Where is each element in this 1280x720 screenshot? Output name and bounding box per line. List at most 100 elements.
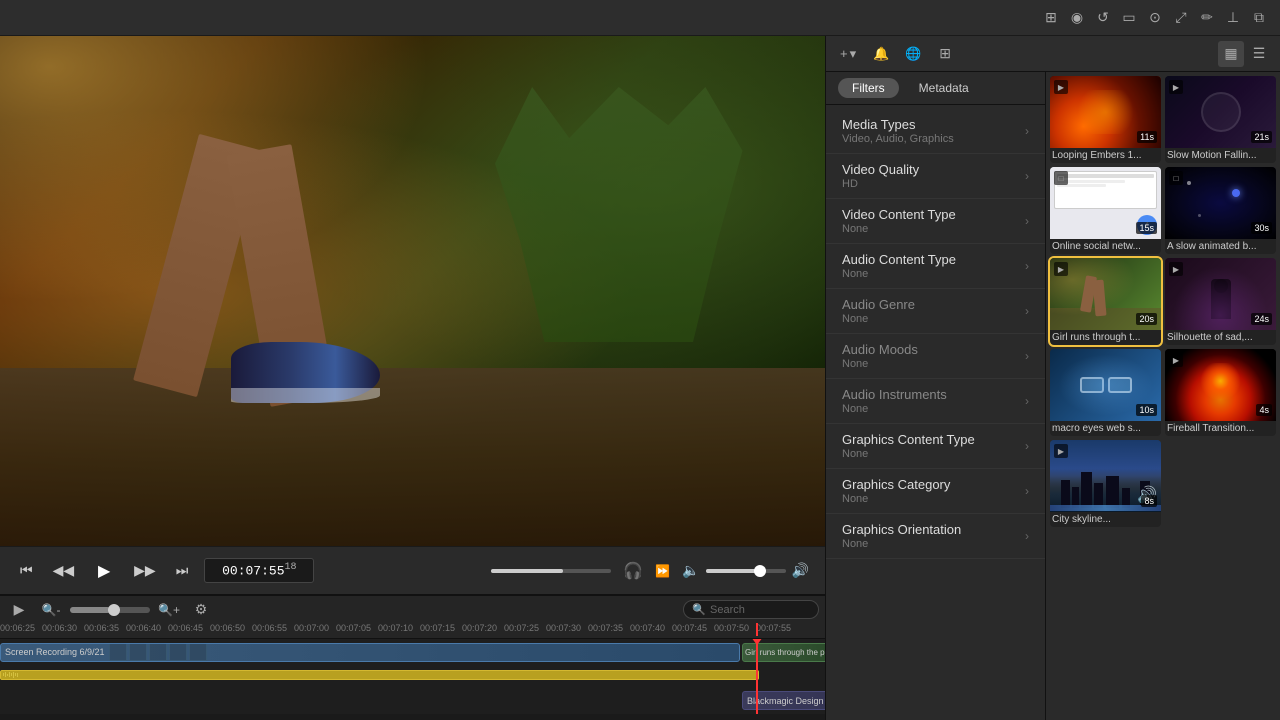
list-view-button[interactable]: ☰	[1246, 41, 1272, 67]
timeline-options-icon[interactable]: ⚙	[188, 597, 214, 623]
media-item-9[interactable]: ▶ 🔊 8s City skyline...	[1050, 440, 1161, 527]
toolbar-icon-cut[interactable]: ⊥	[1224, 9, 1242, 27]
filter-item-audio-genre[interactable]: Audio Genre None ›	[826, 289, 1045, 334]
ruler-label-9: 00:07:10	[378, 623, 413, 633]
filter-item-graphics-category[interactable]: Graphics Category None ›	[826, 469, 1045, 514]
filter-item-graphics-orientation[interactable]: Graphics Orientation None ›	[826, 514, 1045, 559]
ruler-label-2: 00:06:35	[84, 623, 119, 633]
step-forward-button[interactable]: ▶▶	[130, 560, 160, 581]
timeline-playhead	[756, 639, 758, 714]
toolbar-icon-grid[interactable]: ⊞	[1042, 9, 1060, 27]
media-item-5[interactable]: ▶ 20s Girl runs through t...	[1050, 258, 1161, 345]
filter-value-graphics-content: None	[842, 448, 975, 460]
grid-view-button[interactable]: ▦	[1218, 41, 1244, 67]
filter-item-audio-content[interactable]: Audio Content Type None ›	[826, 244, 1045, 289]
filter-sidebar: Filters Metadata Media Types Video, Audi…	[826, 72, 1046, 720]
toolbar-icon-circle[interactable]: ⊙	[1146, 9, 1164, 27]
timeline-search-input[interactable]	[710, 604, 810, 616]
forward-skip-icon[interactable]: ⏩	[655, 564, 670, 578]
view-toggle-buttons: ▦ ☰	[1218, 41, 1272, 67]
filter-name-graphics-category: Graphics Category	[842, 477, 950, 492]
grid-icon[interactable]: ⊞	[932, 41, 958, 67]
audio-waveform-clip[interactable]	[0, 670, 759, 681]
filter-chevron-video-content: ›	[1025, 214, 1029, 228]
toolbar-icon-edit[interactable]: ✏	[1198, 9, 1216, 27]
timeline-tracks: Screen Recording 6/9/21 Girl runs throug…	[0, 639, 825, 714]
tab-metadata[interactable]: Metadata	[905, 78, 983, 98]
ruler-playhead	[756, 623, 758, 636]
timeline-play-icon[interactable]: ▶	[6, 597, 32, 623]
add-button[interactable]: + ▾	[834, 43, 862, 65]
ruler-label-4: 00:06:45	[168, 623, 203, 633]
media-item-6[interactable]: ▶ 24s Silhouette of sad,...	[1165, 258, 1276, 345]
track-clip-bmd[interactable]: Blackmagic Design	[742, 691, 825, 710]
filter-item-audio-moods[interactable]: Audio Moods None ›	[826, 334, 1045, 379]
thumb-duration-6: 24s	[1251, 313, 1272, 325]
filter-chevron-audio-genre: ›	[1025, 304, 1029, 318]
filter-chevron-graphics-content: ›	[1025, 439, 1029, 453]
toolbar-icon-display[interactable]: ▭	[1120, 9, 1138, 27]
ruler-label-13: 00:07:30	[546, 623, 581, 633]
track-row-1: Screen Recording 6/9/21 Girl runs throug…	[0, 643, 825, 662]
track-row-3: Blackmagic Design	[0, 691, 825, 710]
filter-list: Media Types Video, Audio, Graphics › Vid…	[826, 105, 1045, 720]
globe-icon[interactable]: 🌐	[900, 41, 926, 67]
progress-bar[interactable]	[491, 569, 611, 573]
toolbar-icon-refresh[interactable]: ↺	[1094, 9, 1112, 27]
ruler-label-11: 00:07:20	[462, 623, 497, 633]
rewind-button[interactable]: ⏮	[16, 560, 37, 581]
filter-item-video-quality[interactable]: Video Quality HD ›	[826, 154, 1045, 199]
ruler-label-5: 00:06:50	[210, 623, 245, 633]
timeline-zoom-in-icon[interactable]: 🔍+	[156, 597, 182, 623]
tab-filters[interactable]: Filters	[838, 78, 899, 98]
filter-item-graphics-content[interactable]: Graphics Content Type None ›	[826, 424, 1045, 469]
media-item-2[interactable]: ▶ 21s Slow Motion Fallin...	[1165, 76, 1276, 163]
track-clip-recording[interactable]: Screen Recording 6/9/21	[0, 643, 740, 662]
right-top-bar: + ▾ 🔔 🌐 ⊞ ▦ ☰	[826, 36, 1280, 72]
clip-label-bmd: Blackmagic Design	[747, 696, 824, 706]
ruler-label-16: 00:07:45	[672, 623, 707, 633]
progress-fill	[491, 569, 563, 573]
volume-up-icon[interactable]: 🔊	[792, 562, 809, 579]
media-item-1[interactable]: ▶ 11s Looping Embers 1...	[1050, 76, 1161, 163]
media-grid: ▶ 11s Looping Embers 1... ▶ 21s S	[1050, 76, 1276, 527]
add-chevron-icon: ▾	[850, 46, 857, 62]
ruler-label-7: 00:07:00	[294, 623, 329, 633]
toolbar-icon-record[interactable]: ◉	[1068, 9, 1086, 27]
bell-icon[interactable]: 🔔	[868, 41, 894, 67]
volume-slider[interactable]	[706, 569, 786, 573]
play-button[interactable]: ▶	[90, 557, 118, 585]
track-clip-girl[interactable]: Girl runs through the park in the	[742, 643, 825, 662]
media-item-3[interactable]: f □ 15s Online social netw...	[1050, 167, 1161, 254]
ruler-label-10: 00:07:15	[420, 623, 455, 633]
media-item-8[interactable]: ▶ 4s Fireball Transition...	[1165, 349, 1276, 436]
timeline-zoom-out-icon[interactable]: 🔍-	[38, 597, 64, 623]
filter-name-audio-moods: Audio Moods	[842, 342, 918, 357]
filter-tabs: Filters Metadata	[826, 72, 1045, 105]
waveform-bars	[1, 671, 758, 680]
timecode-display[interactable]: 00:07:5518	[204, 558, 314, 582]
headphone-icon[interactable]: 🎧	[623, 561, 643, 581]
toolbar-icon-link[interactable]: ⧉	[1250, 9, 1268, 27]
thumb-label-1: Looping Embers 1...	[1050, 148, 1161, 163]
thumb-indicator-3: □	[1054, 171, 1068, 185]
volume-down-icon[interactable]: 🔈	[682, 562, 699, 579]
step-back-button[interactable]: ◀◀	[49, 560, 79, 581]
fast-forward-button[interactable]: ⏭	[172, 560, 193, 581]
filter-chevron-audio-instruments: ›	[1025, 394, 1029, 408]
filter-item-audio-instruments[interactable]: Audio Instruments None ›	[826, 379, 1045, 424]
media-item-4[interactable]: □ 30s A slow animated b...	[1165, 167, 1276, 254]
thumb-label-6: Silhouette of sad,...	[1165, 330, 1276, 345]
ruler-label-12: 00:07:25	[504, 623, 539, 633]
timeline-zoom-slider[interactable]	[70, 607, 150, 613]
thumb-label-7: macro eyes web s...	[1050, 421, 1161, 436]
timeline-ruler: 00:06:25 00:06:30 00:06:35 00:06:40 00:0…	[0, 623, 825, 639]
thumb-indicator-6: ▶	[1169, 262, 1183, 276]
toolbar-icon-expand[interactable]: ⤢	[1172, 9, 1190, 27]
filter-item-video-content[interactable]: Video Content Type None ›	[826, 199, 1045, 244]
frame-number: 18	[285, 562, 297, 573]
timeline-area: ▶ 🔍- 🔍+ ⚙ 🔍 00:06:25 00:06:30	[0, 594, 825, 714]
media-item-7[interactable]: 10s macro eyes web s...	[1050, 349, 1161, 436]
thumb-label-9: City skyline...	[1050, 512, 1161, 527]
filter-item-media-types[interactable]: Media Types Video, Audio, Graphics ›	[826, 109, 1045, 154]
